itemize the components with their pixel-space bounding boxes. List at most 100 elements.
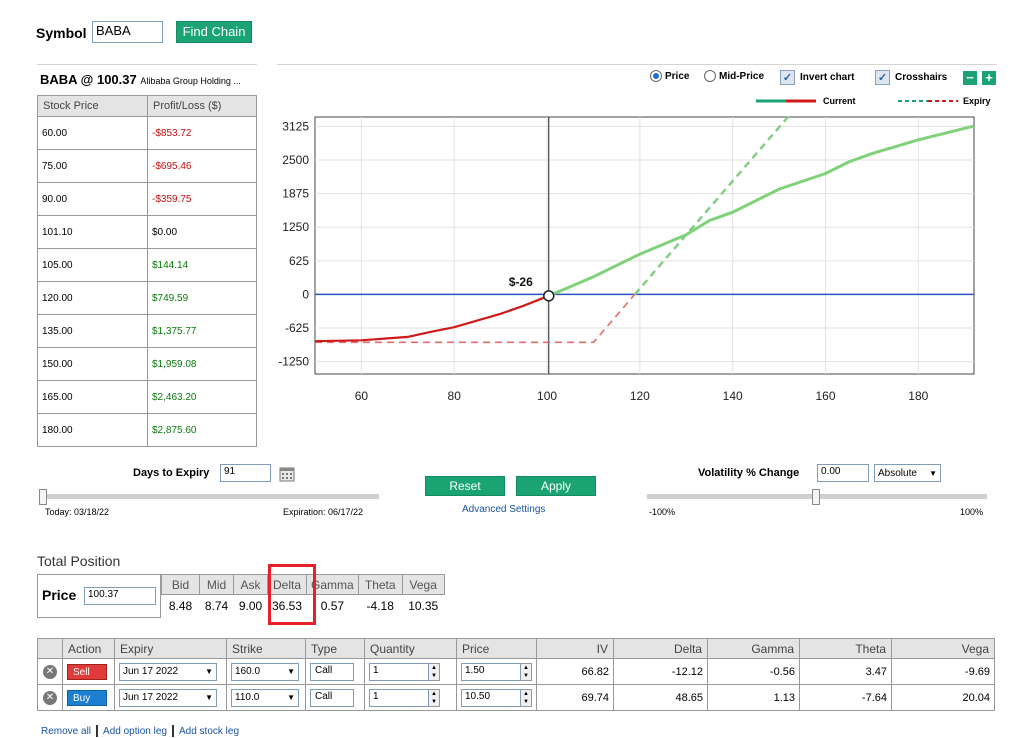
remove-leg-icon[interactable]: ✕ — [43, 690, 57, 705]
quantity-stepper[interactable]: 1 ▲ ▼ — [369, 662, 440, 681]
symbol-input[interactable]: BABA — [92, 21, 163, 43]
x-tick-label: 140 — [723, 389, 743, 403]
type-field[interactable]: Call — [310, 662, 354, 681]
stepper-arrows-icon[interactable]: ▲ ▼ — [429, 688, 440, 707]
crosshairs-checkbox[interactable]: ✓ Crosshairs — [875, 70, 947, 85]
volatility-slider-handle[interactable] — [812, 489, 820, 505]
price-radio[interactable]: Price — [650, 70, 689, 82]
price-stepper[interactable]: 10.50 ▲ ▼ — [461, 688, 532, 707]
expiry-value: Jun 17 2022 — [123, 666, 179, 677]
volatility-mode-select[interactable]: Absolute ▼ — [874, 464, 941, 482]
stock-row: 60.00 -$853.72 — [37, 116, 257, 150]
pl-chart[interactable]: 60 80 100 120 140 160 180 3125 2500 1875 1250 625 0 -… — [270, 108, 985, 413]
days-to-expiry-input[interactable]: 91 — [220, 464, 271, 482]
quantity-value[interactable]: 1 — [369, 662, 429, 681]
volatility-max-label: 100% — [960, 507, 984, 517]
y-tick-label: 625 — [289, 254, 309, 268]
stock-row: 135.00 $1,375.77 — [37, 314, 257, 348]
expiry-select[interactable]: Jun 17 2022 ▼ — [119, 662, 217, 681]
col-type: Type — [305, 638, 365, 659]
add-stock-leg-link[interactable]: Add stock leg — [179, 726, 239, 737]
stepper-arrows-icon[interactable]: ▲ ▼ — [429, 662, 440, 681]
stock-price-cell: 75.00 — [37, 149, 148, 183]
x-tick-label: 180 — [908, 389, 928, 403]
strike-select[interactable]: 110.0 ▼ — [231, 688, 299, 707]
current-price-marker — [543, 290, 555, 302]
profit-loss-cell: -$853.72 — [147, 116, 257, 150]
legs-table: Action Expiry Strike Type Quantity Price… — [37, 638, 995, 711]
y-tick-label: 2500 — [282, 153, 309, 167]
expiry-select[interactable]: Jun 17 2022 ▼ — [119, 688, 217, 707]
volatility-min-label: -100% — [649, 507, 676, 517]
legend-current-label: Current — [823, 96, 856, 106]
strike-select[interactable]: 160.0 ▼ — [231, 662, 299, 681]
chevron-down-icon: ▼ — [287, 667, 295, 676]
expiry-slider-track[interactable] — [40, 494, 379, 499]
volatility-input[interactable]: 0.00 — [817, 464, 869, 482]
stock-price-cell: 180.00 — [37, 413, 148, 447]
col-quantity: Quantity — [364, 638, 457, 659]
find-chain-button[interactable]: Find Chain — [176, 21, 252, 43]
remove-all-link[interactable]: Remove all — [41, 726, 91, 737]
chevron-down-icon: ▼ — [205, 693, 213, 702]
quantity-value[interactable]: 1 — [369, 688, 429, 707]
invert-chart-checkbox[interactable]: ✓ Invert chart — [780, 70, 854, 85]
theta-cell: -7.64 — [799, 684, 892, 711]
zoom-in-button[interactable]: + — [982, 71, 996, 85]
price-value[interactable]: 1.50 — [461, 662, 521, 681]
total-vega-value: 10.35 — [401, 594, 445, 617]
stock-row: 180.00 $2,875.60 — [37, 413, 257, 447]
expiry-slider-handle[interactable] — [39, 489, 47, 505]
type-cell: Call — [305, 658, 365, 685]
add-option-leg-link[interactable]: Add option leg — [103, 726, 167, 737]
remove-leg-icon[interactable]: ✕ — [43, 664, 57, 679]
stock-row: 150.00 $1,959.08 — [37, 347, 257, 381]
type-field[interactable]: Call — [310, 688, 354, 707]
apply-button[interactable]: Apply — [516, 476, 596, 496]
col-iv: IV — [536, 638, 614, 659]
action-button[interactable]: Buy — [67, 689, 107, 706]
y-tick-label: 3125 — [282, 119, 309, 133]
price-value[interactable]: 10.50 — [461, 688, 521, 707]
invert-chart-label: Invert chart — [800, 72, 855, 83]
vega-cell: -9.69 — [891, 658, 995, 685]
x-tick-label: 120 — [630, 389, 650, 403]
mid-price-radio[interactable]: Mid-Price — [704, 70, 764, 82]
profit-loss-cell: $2,463.20 — [147, 380, 257, 414]
calendar-icon[interactable] — [279, 466, 295, 482]
radio-selected-icon — [650, 70, 662, 82]
remove-cell: ✕ — [37, 658, 63, 685]
col-gamma: Gamma — [707, 638, 800, 659]
legend-expiry: Expiry — [898, 96, 991, 106]
action-cell: Buy — [62, 684, 115, 711]
total-bid-value: 8.48 — [161, 594, 200, 617]
today-date: Today: 03/18/22 — [45, 507, 110, 517]
y-tick-label: -625 — [285, 321, 309, 335]
strike-cell: 110.0 ▼ — [226, 684, 306, 711]
leg-row: ✕ Buy Jun 17 2022 ▼ 110.0 ▼ Call 1 ▲ ▼ 10.50 ▲ ▼ 69.7… — [37, 684, 995, 711]
advanced-settings-link[interactable]: Advanced Settings — [462, 504, 545, 515]
type-cell: Call — [305, 684, 365, 711]
stock-price-cell: 105.00 — [37, 248, 148, 282]
col-remove — [37, 638, 63, 659]
radio-icon — [704, 70, 716, 82]
chevron-down-icon: ▼ — [287, 693, 295, 702]
total-position-title: Total Position — [37, 553, 121, 569]
total-price-box: Price 100.37 — [37, 574, 161, 618]
x-tick-label: 100 — [537, 389, 557, 403]
stock-price-cell: 150.00 — [37, 347, 148, 381]
price-stepper[interactable]: 1.50 ▲ ▼ — [461, 662, 532, 681]
stepper-arrows-icon[interactable]: ▲ ▼ — [521, 662, 532, 681]
reset-button[interactable]: Reset — [425, 476, 505, 496]
y-tick-label: 1250 — [282, 220, 309, 234]
stepper-arrows-icon[interactable]: ▲ ▼ — [521, 688, 532, 707]
total-price-input[interactable]: 100.37 — [84, 587, 156, 605]
quantity-stepper[interactable]: 1 ▲ ▼ — [369, 688, 440, 707]
symbol-label: Symbol — [36, 25, 87, 41]
mid-price-radio-label: Mid-Price — [719, 70, 765, 82]
quantity-cell: 1 ▲ ▼ — [364, 684, 457, 711]
zoom-out-button[interactable]: − — [963, 71, 977, 85]
total-theta-value: -4.18 — [357, 594, 403, 617]
divider — [277, 64, 997, 65]
action-button[interactable]: Sell — [67, 663, 107, 680]
